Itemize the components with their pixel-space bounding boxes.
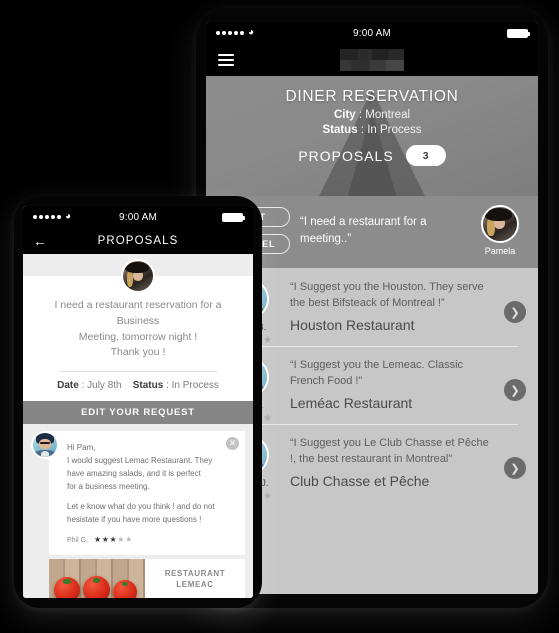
city-label: City: [333, 109, 356, 121]
battery-full-icon: [222, 212, 245, 222]
front-navbar: ← PROPOSALS: [23, 228, 253, 254]
request-owner-name: Pamela: [484, 246, 516, 256]
chat-message: ✕ Hi Pam, I would suggest Lemac Restaura…: [31, 431, 245, 555]
request-detail: I need a restaurant reservation for a Bu…: [23, 276, 253, 401]
stars-filled: ★★★: [93, 534, 118, 544]
status-row: Status : In Process: [322, 124, 422, 136]
status-label: Status: [322, 124, 358, 136]
chat-p1-l3: for a business meeting.: [67, 481, 150, 491]
proposal-restaurant-name: Houston Restaurant: [290, 317, 415, 334]
chat-p2-l1: Let e know what do you think ! and do no…: [67, 501, 215, 511]
hamburger-menu-icon[interactable]: [218, 54, 234, 66]
back-status-bar: ◕ 9:00 AM: [206, 22, 538, 44]
status-value: In Process: [171, 380, 219, 391]
chat-paragraph-2: Let e know what do you think ! and do no…: [67, 501, 233, 527]
chat-p1-l1: I would suggest Lemac Restaurant. They: [67, 455, 213, 465]
proposals-header: PROPOSALS 3: [206, 145, 538, 166]
front-status-bar: ◕ 9:00 AM: [23, 206, 253, 228]
restaurant-name-line-1: RESTAURANT: [164, 568, 226, 578]
app-logo-masked: [340, 49, 404, 71]
request-text-line-1: I need a restaurant reservation for a Bu…: [54, 299, 222, 327]
close-icon[interactable]: ✕: [226, 437, 239, 450]
chat-bubble: ✕ Hi Pam, I would suggest Lemac Restaura…: [49, 431, 245, 555]
status-bar-time: 9:00 AM: [118, 211, 158, 223]
front-avatar-band: [23, 254, 253, 293]
request-owner: Pamela: [474, 205, 526, 256]
reservation-hero: DINER RESERVATION City : Montreal Status…: [206, 76, 538, 196]
restaurant-name-line-2: LEMEAC: [176, 579, 214, 589]
chat-paragraph-1: Hi Pam, I would suggest Lemac Restaurant…: [67, 442, 233, 494]
page-title: PROPOSALS: [97, 235, 179, 247]
pamela-avatar: [481, 205, 519, 243]
chat-author-name: Phil G.: [67, 536, 89, 544]
proposals-count-badge: 3: [405, 145, 446, 166]
proposal-quote: “I Suggest you the Lemeac. Classic Frenc…: [290, 359, 464, 387]
proposal-quote: “I Suggest you the Houston. They serve t…: [290, 281, 484, 309]
screenshot-stage: ◕ 9:00 AM DINER RESERVATION City: Montr…: [0, 0, 559, 633]
city-value: Montreal: [365, 109, 411, 121]
status-label: Status: [132, 380, 164, 391]
tomatoes-photo: [49, 558, 145, 598]
restaurant-card[interactable]: RESTAURANT LEMEAC 52$ + TAX: [49, 558, 245, 598]
chevron-right-icon[interactable]: ❯: [504, 379, 526, 401]
proposal-quote: “I Suggest you Le Club Chasse et Pêche !…: [290, 437, 489, 465]
chevron-right-icon[interactable]: ❯: [504, 457, 526, 479]
date-label: Date: [57, 380, 79, 391]
city-row: City : Montreal: [333, 109, 411, 121]
chat-greeting: Hi Pam,: [67, 443, 96, 452]
page-title: DINER RESERVATION: [285, 88, 459, 105]
proposal-restaurant-name: Leméac Restaurant: [290, 395, 413, 412]
front-phone-device: ◕ 9:00 AM ← PROPOSALS I need a restauran…: [14, 196, 262, 608]
proposals-label: PROPOSALS: [298, 147, 394, 164]
back-navbar: [206, 44, 538, 76]
proposal-restaurant-name: Club Chasse et Pêche: [290, 473, 430, 490]
request-meta: Date : July 8th Status : In Process: [57, 380, 219, 391]
chat-area: ✕ Hi Pam, I would suggest Lemac Restaura…: [23, 424, 253, 598]
divider: [59, 371, 217, 372]
request-quote: “I need a restaurant for a meeting..”: [300, 216, 427, 245]
chat-p2-l2: hesistate if you have more questions !: [67, 514, 202, 524]
request-text-line-2: Meeting, tomorrow night !: [78, 330, 198, 343]
chat-signature: Phil G. ★★★★★: [67, 534, 233, 547]
chat-p1-l2: have amazing salads, and it is perfect: [67, 468, 201, 478]
status-value: In Process: [367, 124, 422, 136]
front-phone-screen: ◕ 9:00 AM ← PROPOSALS I need a restauran…: [23, 206, 253, 598]
status-bar-time: 9:00 AM: [352, 27, 392, 39]
date-value: July 8th: [87, 380, 122, 391]
rating-stars: ★★★★★: [94, 535, 133, 544]
restaurant-info: RESTAURANT LEMEAC 52$ + TAX: [145, 558, 245, 598]
chevron-right-icon[interactable]: ❯: [504, 301, 526, 323]
edit-your-request-button[interactable]: EDIT YOUR REQUEST: [23, 401, 253, 424]
request-text-line-3: Thank you !: [110, 346, 166, 359]
restaurant-price: 52$ + TAX: [149, 597, 241, 598]
pamela-avatar: [121, 259, 155, 293]
battery-full-icon: [507, 28, 530, 38]
reviewer-avatar: [31, 431, 59, 459]
stars-empty: ★: [263, 491, 273, 502]
stars-empty: ★★: [117, 534, 133, 544]
